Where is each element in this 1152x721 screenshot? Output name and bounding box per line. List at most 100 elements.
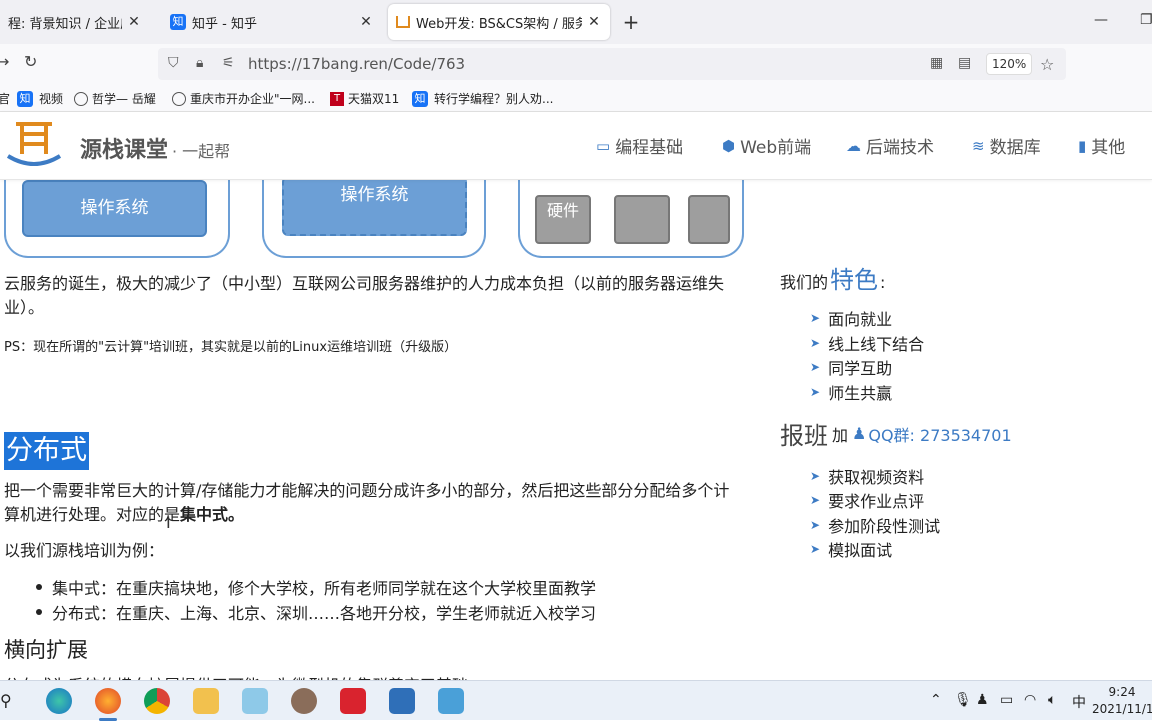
microphone-icon[interactable]: 🎙︎: [954, 692, 972, 708]
nav-backend[interactable]: ☁ 后端技术: [846, 133, 934, 159]
site-logo-icon[interactable]: [6, 120, 62, 172]
search-icon[interactable]: ⚲: [0, 691, 12, 710]
zoom-level[interactable]: 120%: [986, 53, 1033, 75]
notepad-icon[interactable]: [242, 688, 268, 714]
edge-icon[interactable]: [46, 688, 72, 714]
globe-icon: [172, 91, 186, 106]
maximize-icon[interactable]: ❐: [1140, 12, 1152, 28]
qq-group-link[interactable]: QQ群: 273534701: [868, 422, 1011, 446]
diagram-hardware-block-3: [688, 195, 730, 244]
chevron-right-icon: ➤: [810, 360, 821, 374]
nav-other[interactable]: ▮ 其他: [1078, 133, 1125, 159]
shield-icon[interactable]: ⛉: [168, 55, 179, 71]
bookmark-star-icon[interactable]: ☆: [1040, 55, 1054, 74]
wps-icon[interactable]: [340, 688, 366, 714]
firefox-icon[interactable]: [95, 688, 121, 721]
chevron-right-icon: ➤: [810, 311, 821, 325]
forward-icon[interactable]: →: [0, 52, 9, 71]
speaker-icon[interactable]: 🔈︎: [1048, 692, 1056, 708]
new-tab-button[interactable]: +: [620, 10, 642, 34]
minimize-icon[interactable]: —: [1094, 12, 1108, 28]
features-heading: 我们的 特色 :: [780, 266, 886, 294]
diagram-os-dashed-block: 操作系统: [282, 180, 467, 236]
site-header: 源栈课堂 · 一起帮 ▭ 编程基础 ⬢ Web前端 ☁ 后端技术 ≋ 数据库 ▮…: [0, 112, 1152, 180]
chevron-up-icon[interactable]: ⌃: [930, 692, 942, 708]
navigation-bar: → ↻ ⛉ 🔒︎ ⚟ https://17bang.ren/Code/763 ▦…: [0, 44, 1152, 84]
qr-code-icon[interactable]: ▦: [930, 55, 943, 71]
address-bar[interactable]: ⛉ 🔒︎ ⚟ https://17bang.ren/Code/763 ▦ ▤ 1…: [158, 48, 1066, 80]
signup-item: ➤ 模拟面试: [810, 541, 893, 560]
feature-item: ➤ 同学互助: [810, 359, 893, 378]
paragraph-scaling-cut: 分布式为系统的横向扩展提供了可能，为微型机的集群奠定了基础: [4, 672, 468, 680]
calculator-icon[interactable]: [389, 688, 415, 714]
lock-icon[interactable]: 🔒︎: [196, 55, 203, 71]
signup-item: ➤ 参加阶段性测试: [810, 517, 941, 536]
bookmark-philosophy[interactable]: 哲学— 岳耀: [74, 90, 156, 107]
feature-item: ➤ 师生共赢: [810, 384, 893, 403]
zhihu-icon: 知: [170, 14, 186, 30]
sidebar: 我们的 特色 : ➤ 面向就业 ➤ 线上线下结合 ➤ 同学互助 ➤ 师生共赢 报班 加 …: [780, 180, 1152, 680]
paragraph-example: 以我们源栈培训为例：: [4, 541, 165, 560]
bookmark-chongqing[interactable]: 重庆市开办企业"一网...: [172, 90, 315, 107]
diagram-hardware-block: 硬件: [535, 195, 591, 244]
book-icon: ▮: [1078, 136, 1087, 155]
zhihu-icon: 知: [412, 90, 428, 107]
battery-icon[interactable]: ▭: [1000, 692, 1013, 708]
bookmarks-bar: 官 知 视频 哲学— 岳耀 重庆市开办企业"一网... T 天猫双11 知 转行…: [0, 84, 1152, 112]
bookmark-partial[interactable]: 官: [0, 90, 10, 107]
bookmark-video[interactable]: 知 视频: [17, 90, 63, 107]
text-cursor-icon: I: [166, 513, 171, 532]
qq-tray-icon[interactable]: ♟: [976, 692, 989, 708]
chevron-right-icon: ➤: [810, 493, 821, 507]
globe-icon: [74, 91, 88, 106]
wifi-icon[interactable]: ◠: [1024, 692, 1036, 708]
screenshot-tool-icon[interactable]: [438, 688, 464, 714]
file-explorer-icon[interactable]: [193, 688, 219, 714]
paragraph-distributed: 把一个需要非常巨大的计算/存储能力才能解决的问题分成许多小的部分，然后把这些部分…: [4, 481, 730, 524]
tab-web-dev[interactable]: Web开发: BS&CS架构 / 服务器 ✕: [388, 4, 610, 40]
nav-database[interactable]: ≋ 数据库: [972, 133, 1041, 159]
tab-strip: 程: 背景知识 / 企业应用 ✕ 知 知乎 - 知乎 ✕ Web开发: BS&C…: [0, 0, 1152, 44]
reader-view-icon[interactable]: ▤: [958, 55, 971, 71]
signup-item: ➤ 要求作业点评: [810, 492, 925, 511]
chevron-right-icon: ➤: [810, 469, 821, 483]
tab-zhihu[interactable]: 知 知乎 - 知乎 ✕: [162, 4, 382, 40]
paragraph-ps: PS：现在所谓的"云计算"培训班，其实就是以前的Linux运维培训班（升级版）: [4, 340, 458, 355]
url-text[interactable]: https://17bang.ren/Code/763: [248, 55, 465, 73]
permissions-icon[interactable]: ⚟: [222, 55, 235, 71]
heading-horizontal-scaling: 横向扩展: [4, 638, 88, 662]
chevron-right-icon: ➤: [810, 385, 821, 399]
bullet-icon: [36, 609, 42, 615]
chrome-icon[interactable]: [144, 688, 170, 714]
bookmark-tmall[interactable]: T 天猫双11: [330, 90, 399, 107]
chevron-right-icon: ➤: [810, 542, 821, 556]
chevron-right-icon: ➤: [810, 518, 821, 532]
bullet-icon: [36, 584, 42, 590]
nav-web-frontend[interactable]: ⬢ Web前端: [722, 133, 811, 159]
feature-item: ➤ 面向就业: [810, 310, 893, 329]
list-item: 分布式：在重庆、上海、北京、深圳……各地开分校，学生老师就近入校学习: [36, 600, 596, 624]
diagram-hardware-block-2: [614, 195, 670, 244]
article-content: 操作系统 操作系统 硬件 云服务的诞生，极大的减少了（中小型）互联网公司服务器维…: [0, 180, 760, 680]
reload-icon[interactable]: ↻: [24, 52, 37, 71]
ime-indicator[interactable]: 中: [1072, 692, 1086, 712]
laptop-icon: ▭: [596, 136, 611, 155]
diagram-os-block: 操作系统: [22, 180, 207, 237]
brand-name[interactable]: 源栈课堂: [80, 132, 168, 164]
close-tab-icon[interactable]: ✕: [126, 14, 142, 30]
close-tab-icon[interactable]: ✕: [586, 14, 602, 30]
bookmark-career[interactable]: 知 转行学编程？别人劝...: [412, 90, 553, 107]
zhihu-icon: 知: [17, 90, 33, 107]
tmall-icon: T: [330, 91, 344, 106]
html5-icon: ⬢: [722, 136, 736, 155]
tab-background-knowledge[interactable]: 程: 背景知识 / 企业应用 ✕: [0, 4, 150, 40]
avatar-app-icon[interactable]: [291, 688, 317, 714]
nav-programming-basics[interactable]: ▭ 编程基础: [596, 133, 683, 159]
close-tab-icon[interactable]: ✕: [358, 14, 374, 30]
signup-item: ➤ 获取视频资料: [810, 468, 925, 487]
signup-heading: 报班 加 ♟ QQ群: 273534701: [780, 422, 1012, 450]
clock[interactable]: 9:24 2021/11/1: [1092, 684, 1152, 718]
brand-slogan: · 一起帮: [172, 142, 231, 161]
chevron-right-icon: ➤: [810, 336, 821, 350]
heading-distributed: 分布式: [4, 432, 89, 470]
